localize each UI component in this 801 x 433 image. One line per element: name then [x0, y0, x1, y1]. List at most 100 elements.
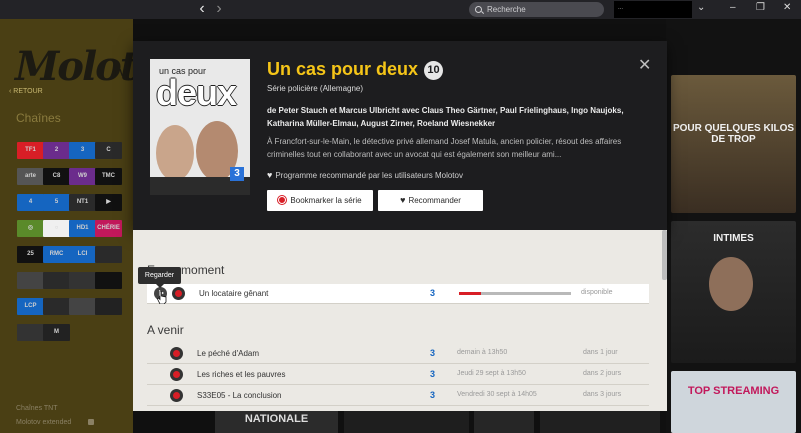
channel-tile[interactable]: [17, 272, 44, 289]
broadcast-time: demain à 13h50: [457, 349, 508, 356]
channel-tile[interactable]: [95, 298, 122, 315]
episode-title: S33E05 - La conclusion: [197, 391, 282, 400]
recommendation-text: Programme recommandé par les utilisateur…: [275, 171, 463, 180]
bookmark-series-button[interactable]: Bookmarker la série: [267, 190, 373, 211]
chevron-down-icon[interactable]: ⌄: [697, 2, 705, 13]
back-link[interactable]: ‹ RETOUR: [9, 88, 43, 95]
bottom-poster-2[interactable]: [344, 410, 469, 433]
search-input[interactable]: Recherche: [469, 2, 604, 17]
bottom-poster-3[interactable]: [474, 410, 534, 433]
poster-top-streaming[interactable]: TOP STREAMING: [671, 371, 796, 433]
channel-tile[interactable]: 25: [17, 246, 44, 263]
channel-tile[interactable]: TMC: [95, 168, 122, 185]
program-genre: Série policière (Allemagne): [267, 84, 364, 93]
relative-time: dans 1 jour: [583, 349, 618, 356]
channel-tile[interactable]: 4: [17, 194, 44, 211]
record-icon[interactable]: [170, 368, 183, 381]
bookmark-label: Bookmarker la série: [290, 196, 362, 205]
poster-kilos[interactable]: POUR QUELQUES KILOS DE TROP: [671, 75, 796, 213]
episode-progress: [459, 292, 571, 295]
episode-title: Le péché d'Adam: [197, 349, 260, 358]
poster-intimes[interactable]: INTIMES: [671, 221, 796, 363]
back-arrow-icon[interactable]: ‹: [195, 1, 209, 17]
account-box[interactable]: [614, 1, 692, 18]
episode-progress-fill: [459, 292, 482, 295]
channel-tile[interactable]: [43, 272, 70, 289]
channel-tile[interactable]: 3: [69, 142, 96, 159]
channel-tile[interactable]: TF1: [17, 142, 44, 159]
channel-tile[interactable]: NT1: [69, 194, 96, 211]
france3-logo-icon: 3: [430, 348, 436, 358]
broadcast-time: Vendredi 30 sept à 14h05: [457, 391, 537, 398]
upcoming-episode-row[interactable]: Le péché d'Adam 3 demain à 13h50 dans 1 jou…: [147, 344, 649, 364]
cover-face-left: [156, 125, 194, 181]
channel-tile[interactable]: arte: [17, 168, 44, 185]
record-icon[interactable]: [170, 389, 183, 402]
bottom-poster-nationale[interactable]: NATIONALE: [215, 410, 338, 433]
recommendation-line: ♥ Programme recommandé par les utilisateu…: [267, 170, 463, 180]
bottom-poster-title: NATIONALE: [244, 413, 309, 425]
sidebar-footer-extended[interactable]: Molotov extended: [16, 419, 71, 426]
channel-tile[interactable]: RMC: [43, 246, 70, 263]
channel-tile[interactable]: [17, 324, 44, 341]
channel-tile[interactable]: ◎: [17, 220, 44, 237]
channel-tile[interactable]: M: [43, 324, 70, 341]
record-icon[interactable]: [172, 287, 185, 300]
restore-icon[interactable]: ❐: [756, 2, 765, 13]
sidebar-footer-tnt[interactable]: Chaînes TNT: [16, 405, 58, 412]
minimize-icon[interactable]: –: [730, 2, 736, 13]
record-icon: [278, 196, 287, 204]
relative-time: dans 2 jours: [583, 370, 622, 377]
channel-tile[interactable]: 5: [43, 194, 70, 211]
window-close-icon[interactable]: ✕: [783, 2, 791, 13]
molotov-app-window: ‹ › Recherche ... ⌄ – ❐ ✕ Molotov TV ‹ R…: [0, 0, 801, 433]
poster-intimes-title: INTIMES: [713, 233, 754, 244]
availability-status: disponible: [581, 289, 613, 296]
poster-kilos-title: POUR QUELQUES KILOS DE TROP: [672, 123, 795, 145]
age-rating-badge: 10: [424, 61, 443, 80]
channel-tile[interactable]: CHÉRIE: [95, 220, 122, 237]
program-cover: un cas pour deux 3: [150, 59, 250, 195]
channel-tile[interactable]: C: [95, 142, 122, 159]
cover-big-text: deux: [156, 72, 237, 113]
episodes-scrollbar[interactable]: [662, 230, 667, 280]
upcoming-episode-row[interactable]: Les riches et les pauvres 3 Jeudi 29 sept …: [147, 365, 649, 385]
channels-title: Chaînes: [16, 111, 61, 125]
title-bar: ‹ › Recherche ... ⌄ – ❐ ✕: [0, 0, 801, 19]
episode-title: Les riches et les pauvres: [197, 370, 286, 379]
channel-tile[interactable]: LCP: [17, 298, 44, 315]
program-detail-header: un cas pour deux 3 Un cas pour deux 10 ✕…: [133, 41, 667, 230]
poster-top-streaming-title: TOP STREAMING: [687, 385, 780, 397]
forward-arrow-icon[interactable]: ›: [212, 1, 226, 17]
channel-tile[interactable]: 2: [43, 142, 70, 159]
channel-tile[interactable]: [43, 298, 70, 315]
poster-face-image: [709, 257, 753, 311]
upcoming-section-title: A venir: [147, 323, 184, 337]
program-synopsis: À Francfort-sur-le-Main, le détective pr…: [267, 137, 622, 159]
bottom-poster-4[interactable]: [540, 410, 660, 433]
france3-logo-icon: 3: [430, 369, 436, 379]
now-episode-row[interactable]: Un locataire gênant 3 disponible: [147, 284, 649, 304]
hand-cursor-icon: [157, 291, 167, 304]
record-icon[interactable]: [170, 347, 183, 360]
channel-tile[interactable]: C8: [43, 168, 70, 185]
france3-logo-icon: 3: [430, 390, 436, 400]
upcoming-episode-row[interactable]: S33E05 - La conclusion 3 Vendredi 30 sept …: [147, 386, 649, 406]
search-icon: [475, 6, 482, 13]
close-icon[interactable]: ✕: [638, 55, 651, 75]
channel-tile[interactable]: [69, 298, 96, 315]
cover-channel-logo: 3: [230, 167, 244, 181]
channel-tile[interactable]: HD1: [69, 220, 96, 237]
channel-tile[interactable]: [95, 246, 122, 263]
program-title: Un cas pour deux: [267, 59, 419, 79]
france3-logo-icon: 3: [430, 288, 436, 298]
channel-tile[interactable]: LCI: [69, 246, 96, 263]
channel-tile[interactable]: W9: [69, 168, 96, 185]
heart-icon: ♥: [267, 170, 273, 180]
channel-tile[interactable]: [69, 272, 96, 289]
channel-tile[interactable]: ▶: [95, 194, 122, 211]
channel-tile[interactable]: ○: [43, 220, 70, 237]
channel-tile[interactable]: [95, 272, 122, 289]
recommend-label: Recommander: [408, 196, 461, 205]
recommend-button[interactable]: ♥ Recommander: [378, 190, 483, 211]
